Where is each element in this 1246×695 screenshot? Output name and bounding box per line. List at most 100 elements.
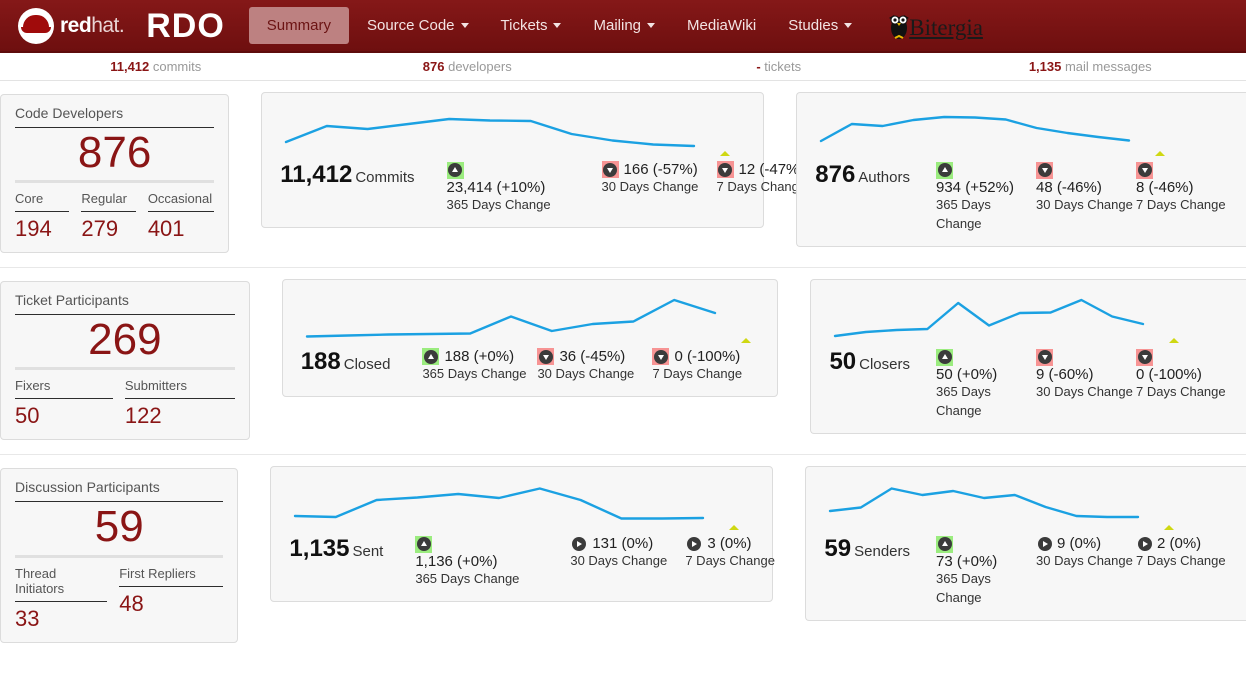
panel-total-unit: Closers bbox=[859, 356, 910, 374]
chevron-down-icon bbox=[647, 23, 656, 28]
change-value: 9 (-60%) bbox=[1036, 366, 1094, 384]
nav-item-studies[interactable]: Studies bbox=[774, 9, 866, 42]
arrow-right-badge bbox=[1036, 535, 1053, 552]
change-metric: 9 (0%) 30 Days Change bbox=[1036, 535, 1136, 608]
change-value: 0 (-100%) bbox=[1136, 366, 1202, 384]
card-sub-metrics: Thread Initiators 33 First Repliers 48 bbox=[15, 562, 224, 630]
nav-item-source-code[interactable]: Source Code bbox=[353, 9, 483, 42]
change-period-label: 365 Days Change bbox=[936, 384, 991, 419]
change-value: 3 (0%) bbox=[707, 535, 752, 553]
card-sub-metric: Thread Initiators 33 bbox=[15, 562, 119, 630]
owl-icon bbox=[886, 11, 912, 41]
arrow-right-badge bbox=[570, 535, 587, 552]
panel-total-value: 11,412 bbox=[280, 161, 353, 188]
arrow-up-badge bbox=[936, 535, 953, 553]
change-metric: 934 (+52%) 365 Days Change bbox=[936, 161, 1036, 234]
nav-item-label: Summary bbox=[266, 17, 331, 34]
metric-panel-column: 876 Authors 934 (+52%) 365 Days Change 48 (-… bbox=[796, 81, 1246, 261]
card-sub-metric: Fixers 50 bbox=[15, 374, 125, 427]
change-metric: 3 (0%) 7 Days Change bbox=[685, 535, 800, 589]
dashboard-row: Discussion Participants 59 Thread Initiato… bbox=[0, 455, 1246, 656]
card-main-value: 269 bbox=[15, 315, 235, 371]
change-metric: 1,136 (+0%) 365 Days Change bbox=[415, 535, 570, 589]
card-sub-metric: Occasional 401 bbox=[147, 187, 215, 240]
metric-panel: 59 Senders 73 (+0%) 365 Days Change 9 (0%) 30… bbox=[805, 466, 1246, 622]
arrow-up-badge bbox=[446, 161, 464, 179]
change-metrics: 934 (+52%) 365 Days Change 48 (-46%) 30 Day… bbox=[936, 161, 1236, 234]
card-title: Ticket Participants bbox=[15, 292, 235, 316]
change-value: 8 (-46%) bbox=[1136, 179, 1194, 196]
card-sub-value: 50 bbox=[15, 403, 40, 429]
change-metric: 131 (0%) 30 Days Change bbox=[570, 535, 685, 589]
panel-total-value: 188 bbox=[300, 348, 341, 376]
change-period-label: 30 Days Change bbox=[1036, 197, 1133, 212]
sparkline-chart bbox=[280, 101, 753, 163]
arrow-right-badge bbox=[1136, 535, 1153, 552]
sparkline-chart bbox=[289, 475, 762, 537]
metric-panel-column: 1,135 Sent 1,136 (+0%) 365 Days Change 131 (… bbox=[270, 455, 805, 616]
summary-card-column: Ticket Participants 269 Fixers 50 Submitters… bbox=[0, 268, 282, 454]
card-sub-label: Thread Initiators bbox=[15, 562, 108, 602]
panel-total-value: 1,135 bbox=[289, 535, 350, 563]
panel-total-unit: Sent bbox=[352, 543, 384, 561]
sparkline-end-marker bbox=[1164, 525, 1175, 531]
nav-item-summary[interactable]: Summary bbox=[248, 7, 349, 44]
change-metrics: 23,414 (+10%) 365 Days Change 166 (-57%) 30… bbox=[446, 161, 832, 215]
nav-item-label: Studies bbox=[788, 17, 839, 34]
change-metric: 36 (-45%) 30 Days Change bbox=[537, 348, 652, 384]
redhat-logo[interactable]: redhat. bbox=[18, 0, 125, 52]
summary-stat-value: 876 bbox=[422, 59, 445, 74]
bitergia-label: Bitergia bbox=[909, 15, 983, 41]
card-sub-label: Occasional bbox=[147, 187, 215, 213]
panel-statistics: 50 Closers 50 (+0%) 365 Days Change 9 (-60%)… bbox=[829, 348, 1236, 421]
card-sub-value: 48 bbox=[119, 590, 144, 616]
change-metric: 0 (-100%) 7 Days Change bbox=[1136, 348, 1236, 421]
nav-item-mailing[interactable]: Mailing bbox=[579, 9, 669, 42]
panel-statistics: 1,135 Sent 1,136 (+0%) 365 Days Change 131 (… bbox=[289, 535, 775, 589]
bitergia-link[interactable]: Bitergia bbox=[886, 11, 983, 41]
panel-total: 11,412 Commits bbox=[280, 161, 418, 189]
change-value: 934 (+52%) bbox=[936, 179, 1014, 196]
nav-item-label: Tickets bbox=[500, 17, 548, 34]
change-period-label: 7 Days Change bbox=[652, 366, 743, 382]
change-period-label: 365 Days Change bbox=[936, 197, 991, 231]
metric-panel: 1,135 Sent 1,136 (+0%) 365 Days Change 131 (… bbox=[270, 466, 775, 603]
change-value: 48 (-46%) bbox=[1036, 179, 1102, 196]
change-metrics: 1,136 (+0%) 365 Days Change 131 (0%) 30 Day… bbox=[415, 535, 800, 589]
change-value: 166 (-57%) bbox=[623, 161, 698, 178]
summary-stat: - tickets bbox=[623, 59, 935, 74]
summary-stat-label: developers bbox=[444, 59, 512, 74]
arrow-down-badge bbox=[601, 161, 619, 178]
summary-stat: 1,135 mail messages bbox=[935, 59, 1246, 74]
top-navbar: redhat. RDO Summary Source Code Tickets Mai… bbox=[0, 0, 1246, 53]
summary-stats-strip: 11,412 commits 876 developers - tickets 1,1… bbox=[0, 53, 1246, 81]
panel-total-value: 50 bbox=[829, 348, 857, 376]
change-metric: 73 (+0%) 365 Days Change bbox=[936, 535, 1036, 608]
nav-item-label: MediaWiki bbox=[687, 17, 757, 34]
change-value: 9 (0%) bbox=[1057, 535, 1102, 553]
change-period-label: 30 Days Change bbox=[601, 179, 699, 194]
change-value: 131 (0%) bbox=[592, 535, 654, 553]
change-metrics: 188 (+0%) 365 Days Change 36 (-45%) 30 Days… bbox=[422, 348, 767, 384]
card-sub-label: Regular bbox=[81, 187, 136, 213]
metric-panel: 188 Closed 188 (+0%) 365 Days Change 36 (-45… bbox=[281, 279, 779, 398]
card-sub-value: 194 bbox=[15, 216, 52, 242]
card-sub-metric: First Repliers 48 bbox=[119, 562, 224, 630]
arrow-down-badge bbox=[1036, 161, 1053, 179]
nav-item-mediawiki[interactable]: MediaWiki bbox=[673, 9, 770, 42]
arrow-up-badge bbox=[936, 348, 953, 366]
panel-total-unit: Commits bbox=[355, 169, 415, 186]
nav-item-tickets[interactable]: Tickets bbox=[487, 9, 576, 42]
change-metric: 0 (-100%) 7 Days Change bbox=[652, 348, 767, 384]
arrow-up-badge bbox=[415, 535, 433, 553]
sparkline-end-marker bbox=[740, 338, 751, 344]
change-value: 0 (-100%) bbox=[674, 348, 741, 366]
card-sub-value: 279 bbox=[81, 216, 119, 242]
redhat-wordmark-thin: hat. bbox=[91, 13, 125, 37]
change-period-label: 7 Days Change bbox=[1136, 553, 1226, 569]
panel-total: 59 Senders bbox=[824, 535, 914, 563]
metric-panel-column: 188 Closed 188 (+0%) 365 Days Change 36 (-45… bbox=[281, 268, 811, 411]
card-main-value: 876 bbox=[15, 128, 215, 184]
rdo-logo[interactable]: RDO bbox=[146, 9, 225, 43]
change-metric: 23,414 (+10%) 365 Days Change bbox=[446, 161, 602, 215]
